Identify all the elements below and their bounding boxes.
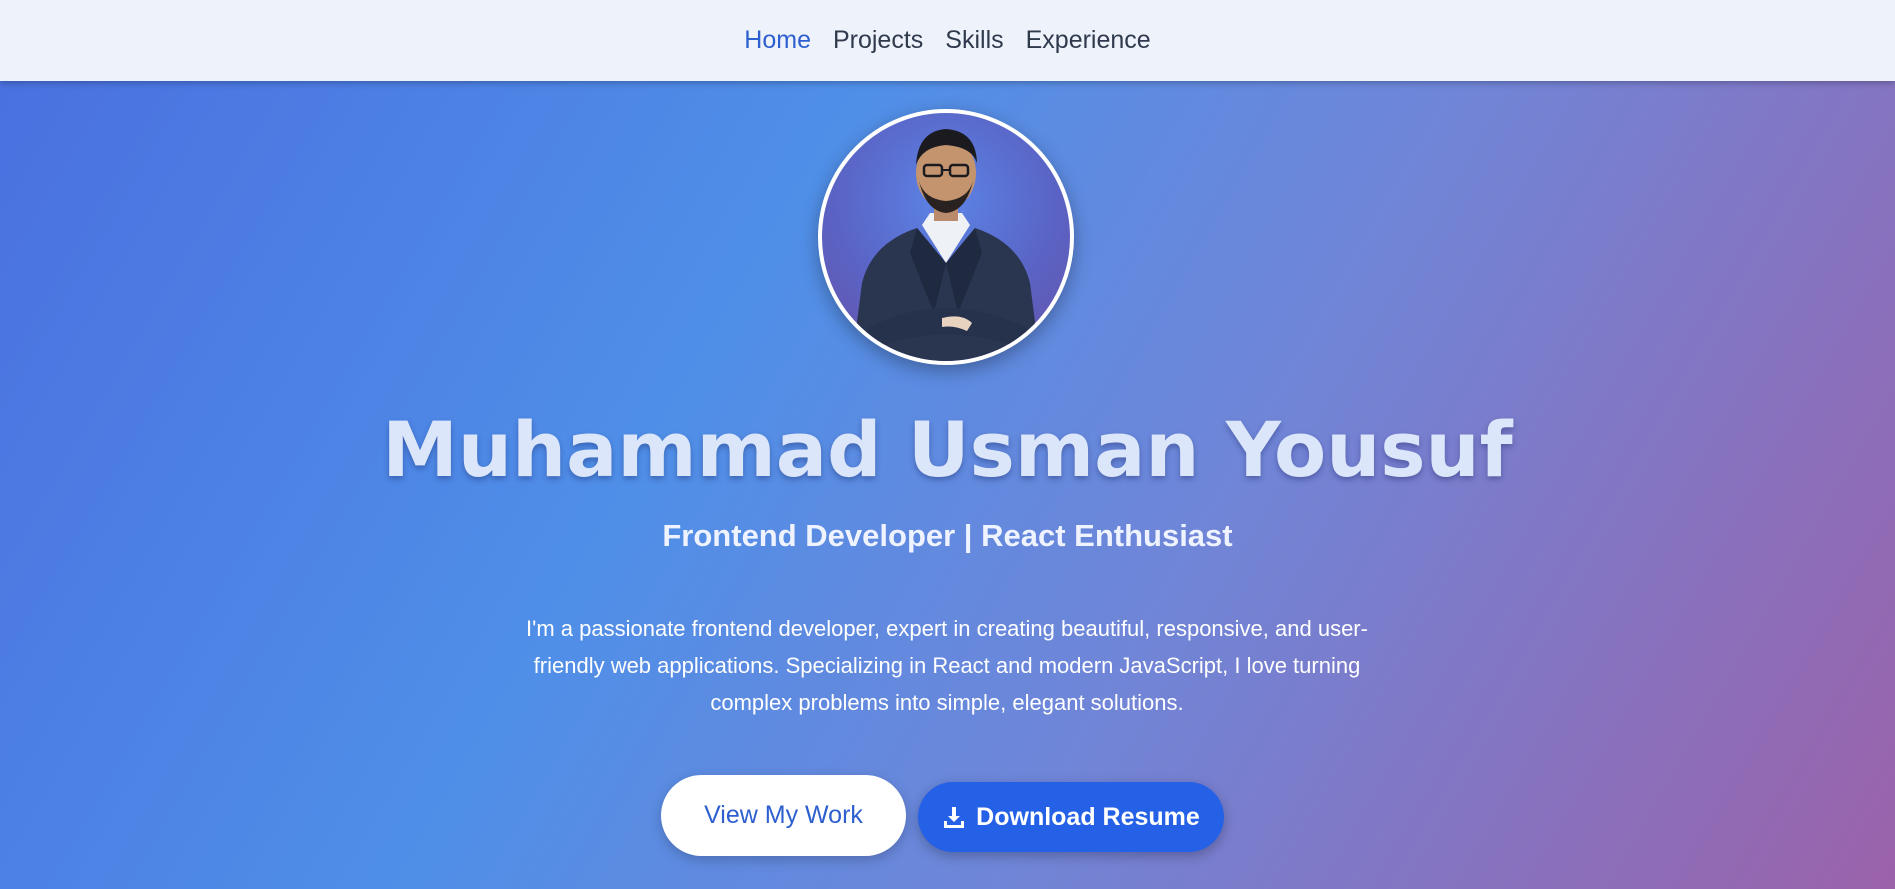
hero-name: Muhammad Usman Yousuf [382, 405, 1513, 494]
profile-photo [852, 129, 1040, 361]
nav-link-skills[interactable]: Skills [945, 26, 1003, 55]
profile-avatar [818, 109, 1074, 365]
view-my-work-label: View My Work [704, 801, 863, 829]
top-navbar: Home Projects Skills Experience [0, 0, 1895, 81]
nav-link-experience[interactable]: Experience [1026, 26, 1151, 55]
download-resume-button[interactable]: Download Resume [918, 782, 1224, 852]
hero-tagline: Frontend Developer | React Enthusiast [662, 518, 1233, 553]
download-icon [942, 805, 966, 829]
view-my-work-button[interactable]: View My Work [661, 775, 906, 856]
nav-link-projects[interactable]: Projects [833, 26, 923, 55]
hero-bio: I'm a passionate frontend developer, exp… [526, 616, 1368, 715]
nav-link-home[interactable]: Home [744, 26, 811, 55]
download-resume-label: Download Resume [976, 802, 1200, 831]
